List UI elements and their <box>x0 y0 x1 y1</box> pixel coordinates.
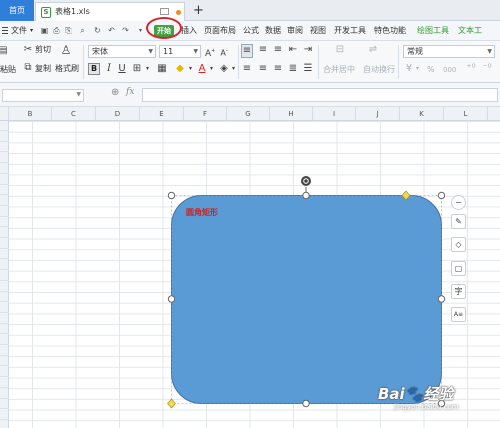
resize-handle-e[interactable] <box>437 295 446 303</box>
resize-handle-n[interactable] <box>302 191 310 200</box>
collapse-button[interactable]: − <box>451 195 466 210</box>
resize-handle-s[interactable] <box>302 399 310 408</box>
rotate-handle[interactable] <box>301 176 311 186</box>
watermark-logo: Bai🐾经验 <box>378 385 454 403</box>
rotate-handle-circle[interactable] <box>301 176 311 186</box>
watermark-url: jingyan.baidu.com <box>394 403 459 411</box>
resize-handle-ne[interactable] <box>437 191 446 200</box>
shape-text[interactable]: 圆角矩形 <box>186 207 218 218</box>
rounded-rectangle-shape[interactable] <box>171 195 442 404</box>
text-wrap-icon[interactable]: A≡ <box>451 307 466 322</box>
outline-icon[interactable]: ▢ <box>451 261 466 276</box>
resize-handle-w[interactable] <box>167 295 176 303</box>
text-style-icon[interactable]: 字 <box>451 284 466 299</box>
fill-bucket-icon[interactable]: ◇ <box>451 237 466 252</box>
resize-handle-nw[interactable] <box>167 191 176 200</box>
pencil-icon[interactable]: ✎ <box>451 214 466 229</box>
shape-layer <box>167 176 446 409</box>
resize-handle-sw[interactable] <box>167 398 176 409</box>
